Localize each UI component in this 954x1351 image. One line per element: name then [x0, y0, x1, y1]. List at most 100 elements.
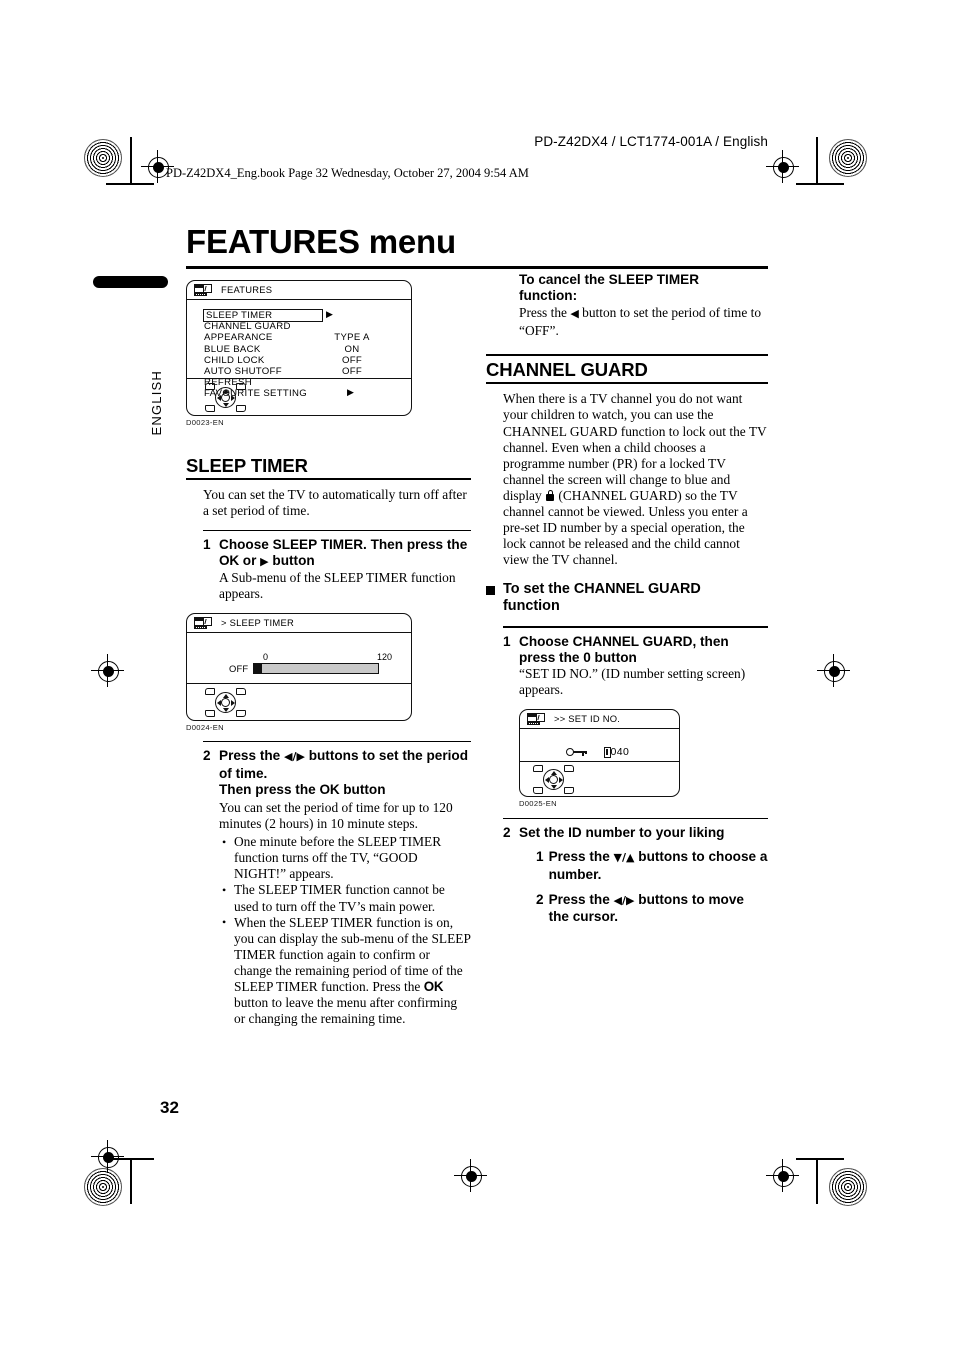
list-item: When the SLEEP TIMER function is on, you… [219, 914, 471, 1028]
tv-menu-icon [527, 713, 546, 726]
step-title-part-b: or [239, 552, 261, 568]
registration-mark-mid-right-dot [829, 666, 840, 677]
menu-item-value: OFF [341, 354, 363, 366]
slider-knob[interactable] [254, 664, 263, 674]
halftone-mark-top-left [84, 139, 122, 177]
halftone-mark-bottom-left [84, 1168, 122, 1206]
right-column: To cancel the SLEEP TIMER function: Pres… [486, 272, 768, 925]
menu-item-blue-back[interactable]: BLUE BACK ON [204, 344, 404, 355]
direction-pad-icon [532, 764, 576, 795]
figure-features-menu: FEATURES SLEEP TIMER ▶ CHANNEL GUARD APP… [186, 280, 412, 416]
crop-mark-top-left-v [130, 137, 132, 183]
slider-track[interactable] [253, 663, 380, 675]
chevron-right-icon: ▶ [326, 310, 334, 321]
step-body: Choose CHANNEL GUARD, then press the 0 b… [519, 634, 768, 699]
title-rule [186, 266, 768, 269]
registration-mark-bottom-center-dot [466, 1171, 477, 1182]
cancel-note-text: Press the ◀ button to set the period of … [486, 305, 768, 338]
menu-item-appearance[interactable]: APPEARANCE TYPE A [204, 332, 404, 343]
arrow-down-up-icon: ▼/▲ [613, 851, 635, 865]
section-rule [486, 381, 768, 385]
ok-button-label: OK [219, 552, 239, 568]
channel-guard-intro-part-a: When there is a TV channel you do not wa… [503, 391, 767, 503]
step-2-sleep-timer: 2 Press the ◀/▶ buttons to set the perio… [186, 748, 471, 1027]
substep-2: 2 Press the ◀/▶ buttons to move the curs… [519, 892, 768, 925]
crop-mark-top-right-h [796, 183, 844, 185]
halftone-mark-top-right [829, 139, 867, 177]
square-bullet-icon [486, 586, 495, 596]
crop-mark-bottom-right-h [796, 1158, 844, 1160]
slider-row: OFF [229, 663, 405, 675]
slider-min-label: 0 [263, 652, 269, 663]
registration-mark-top-right-dot [778, 162, 789, 173]
step-text: “SET ID NO.” (ID number setting screen) … [519, 665, 746, 697]
menu-item-sleep-timer[interactable]: SLEEP TIMER ▶ [203, 308, 404, 323]
osd-titlebar: > SLEEP TIMER [187, 614, 411, 634]
substep-number: 1 [536, 849, 544, 865]
subsection-heading-line2: function [503, 598, 560, 615]
tv-menu-icon [194, 617, 213, 630]
step-divider [203, 529, 471, 531]
zero-button-label: 0 [583, 649, 591, 665]
step-text: A Sub-menu of the SLEEP TIMER function a… [219, 570, 456, 602]
step-body: Set the ID number to your liking 1 Press… [519, 825, 768, 925]
id-number-field[interactable]: 040 [604, 746, 629, 758]
step-text: You can set the period of time for up to… [219, 799, 453, 832]
step-body: Press the ◀/▶ buttons to set the period … [219, 748, 471, 1027]
step-title-part-b: button [590, 649, 637, 665]
step-divider [503, 818, 768, 820]
ok-button-label: OK [423, 979, 444, 994]
step-1-sleep-timer: 1 Choose SLEEP TIMER. Then press the OK … [186, 537, 471, 603]
crop-mark-top-left-h [106, 183, 154, 185]
subsection-heading-text: To set the CHANNEL GUARD function [503, 581, 701, 615]
osd-title-text: >> SET ID NO. [554, 713, 621, 725]
osd-footer [187, 378, 411, 415]
registration-mark-mid-left-dot [103, 666, 114, 677]
page-title: FEATURES menu [186, 223, 456, 260]
figure-caption: D0024-EN [186, 723, 224, 733]
substep-text: Press the ◀/▶ buttons to move the cursor… [549, 892, 768, 925]
arrow-left-icon: ◀ [570, 307, 579, 321]
substep-text: Press the ▼/▲ buttons to choose a number… [549, 849, 768, 882]
id-number-value: 040 [610, 746, 630, 759]
crop-mark-top-right-v [816, 137, 818, 183]
section-heading-channel-guard: CHANNEL GUARD [486, 358, 648, 380]
lock-icon [546, 489, 555, 501]
set-id-row: 040 [566, 746, 629, 758]
step-number: 1 [503, 633, 511, 649]
direction-pad-icon [204, 382, 248, 413]
note-part-b: button to leave the menu after confirmin… [234, 995, 458, 1027]
figure-set-id-no: >> SET ID NO. 040 [519, 709, 680, 798]
substep-1: 1 Press the ▼/▲ buttons to choose a numb… [519, 849, 768, 882]
osd-body: 040 [520, 729, 679, 761]
menu-item-value: OFF [341, 365, 363, 377]
osd-title-text: > SLEEP TIMER [221, 617, 294, 629]
left-column: FEATURES SLEEP TIMER ▶ CHANNEL GUARD APP… [186, 280, 471, 1027]
step-title: Set the ID number to your liking [519, 825, 725, 841]
osd-footer [187, 683, 411, 720]
menu-item-value: TYPE A [334, 332, 370, 344]
step-title-part-a: Press the [219, 748, 284, 764]
substep-part-a: Press the [548, 849, 614, 865]
step-body: Choose SLEEP TIMER. Then press the OK or… [219, 537, 471, 603]
substep-part-a: Press the [548, 891, 614, 907]
registration-mark-top-left-dot [153, 162, 164, 173]
registration-mark-bottom-right-dot [778, 1171, 789, 1182]
menu-item-label: CHILD LOCK [204, 354, 265, 366]
arrow-left-right-icon: ◀/▶ [613, 893, 635, 907]
step-title-line2: Then press the OK button [219, 782, 471, 798]
list-item: The SLEEP TIMER function cannot be used … [219, 882, 471, 914]
step-title-part-a: Choose SLEEP TIMER. Then press the [219, 536, 468, 552]
step-divider [503, 626, 768, 628]
step-2-channel-guard: 2 Set the ID number to your liking 1 Pre… [486, 825, 768, 925]
page-number: 32 [160, 1098, 179, 1117]
figure-sleep-timer-submenu: > SLEEP TIMER 0 120 OFF [186, 613, 412, 722]
menu-item-child-lock[interactable]: CHILD LOCK OFF [204, 355, 404, 366]
cancel-note-heading: To cancel the SLEEP TIMER function: [486, 272, 768, 304]
sleep-timer-slider[interactable]: 0 120 OFF [229, 652, 405, 675]
cancel-note-part-a: Press the [519, 305, 571, 321]
menu-item-channel-guard[interactable]: CHANNEL GUARD [204, 321, 404, 332]
slider-max-label: 120 [377, 652, 393, 663]
section-rule-top [486, 353, 768, 356]
menu-item-auto-shutoff[interactable]: AUTO SHUTOFF OFF [204, 366, 404, 377]
